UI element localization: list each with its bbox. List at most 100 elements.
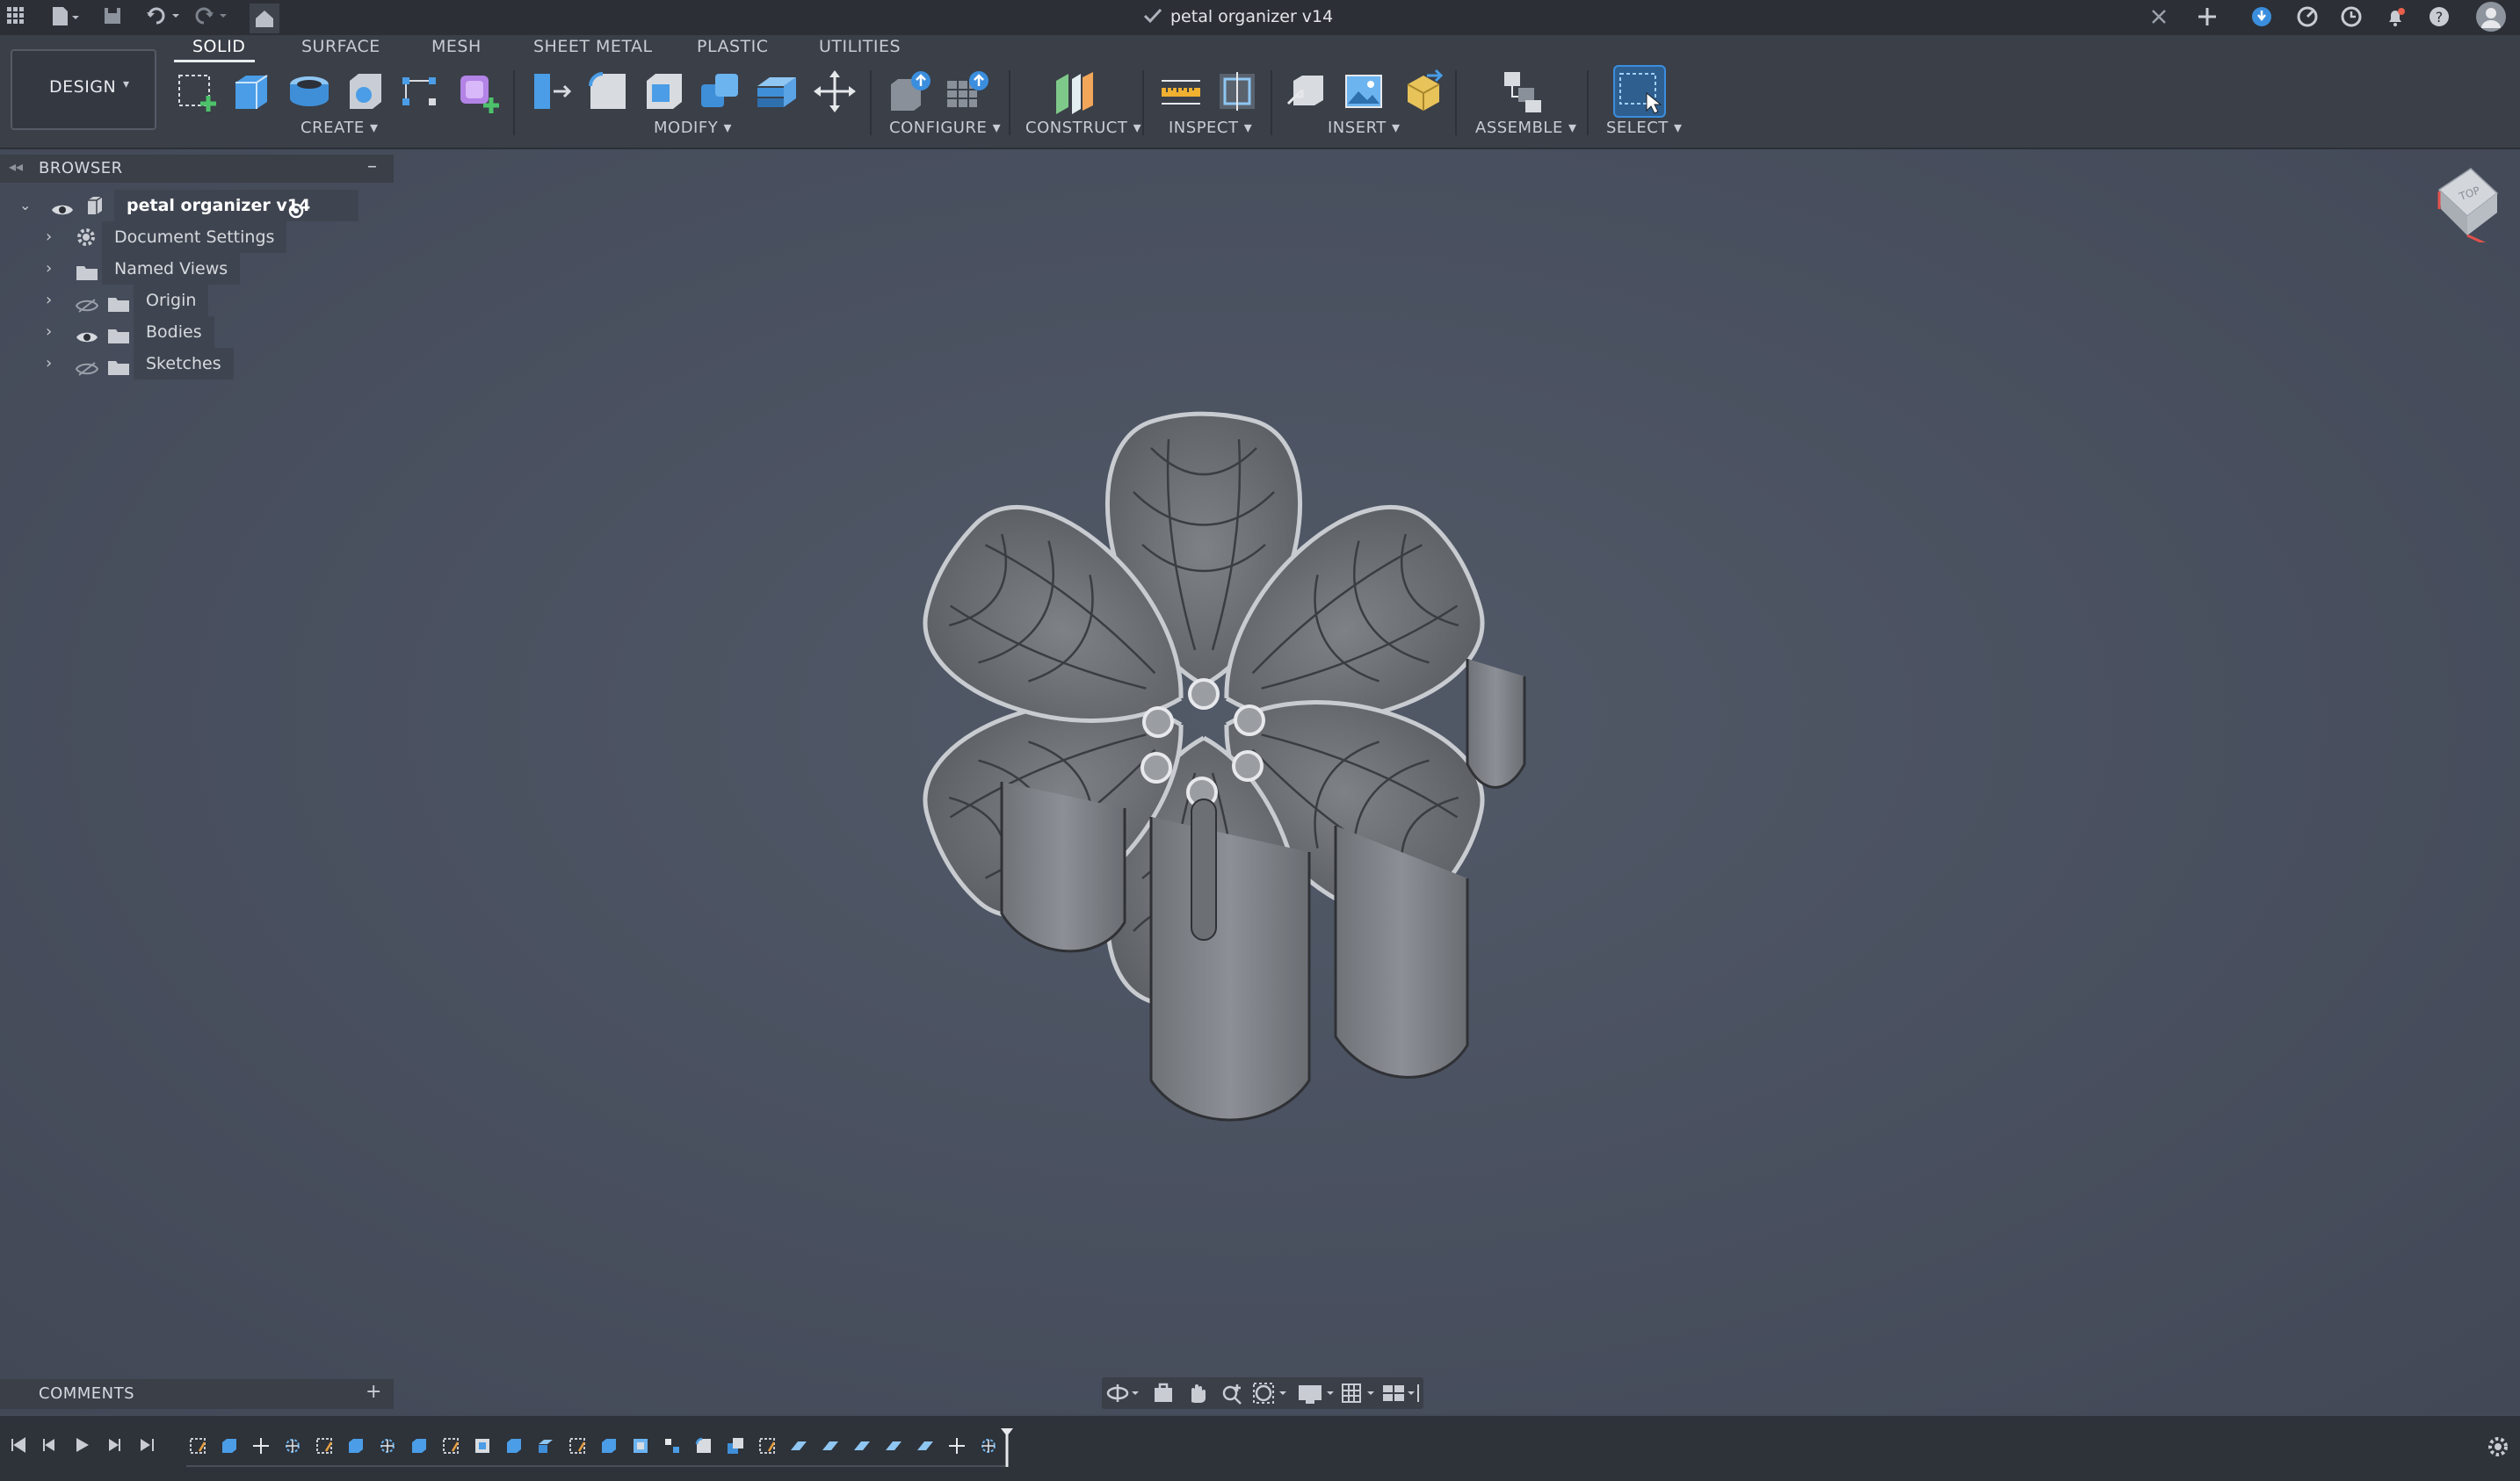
timeline-settings-gear-icon[interactable]	[2487, 1435, 2509, 1458]
fit-view-icon[interactable]	[1251, 1381, 1286, 1405]
timeline-extrude-feature[interactable]	[346, 1436, 366, 1456]
close-tab-icon[interactable]	[2147, 5, 2170, 28]
configure-rules-icon[interactable]	[944, 69, 989, 114]
group-configure[interactable]: CONFIGURE ▾	[889, 119, 1001, 137]
comments-header[interactable]: COMMENTS +	[0, 1379, 394, 1409]
timeline-extrude-feature[interactable]	[504, 1436, 524, 1456]
extensions-icon[interactable]	[2249, 4, 2274, 29]
timeline-extrude-feature[interactable]	[409, 1436, 429, 1456]
create-sketch-icon[interactable]	[174, 69, 220, 114]
display-settings-icon[interactable]	[1297, 1381, 1334, 1405]
app-grid-icon[interactable]	[7, 0, 25, 35]
play-icon[interactable]	[72, 1435, 91, 1455]
timeline-extrude-feature[interactable]	[599, 1436, 619, 1456]
group-construct[interactable]: CONSTRUCT ▾	[1025, 119, 1141, 137]
group-modify[interactable]: MODIFY ▾	[654, 119, 732, 137]
save-icon[interactable]	[102, 5, 123, 26]
move-copy-icon[interactable]	[812, 69, 858, 114]
grid-settings-icon[interactable]	[1339, 1381, 1374, 1405]
group-assemble[interactable]: ASSEMBLE ▾	[1475, 119, 1577, 137]
new-component-icon[interactable]	[1499, 69, 1545, 114]
timeline-shell-feature[interactable]	[473, 1436, 492, 1456]
help-icon[interactable]: ?	[2427, 4, 2451, 29]
collapse-panel-icon[interactable]: ◂◂	[9, 158, 23, 175]
zoom-icon[interactable]	[1220, 1381, 1244, 1405]
tab-plastic[interactable]: PLASTIC	[697, 37, 769, 56]
timeline-move-feature[interactable]	[947, 1436, 967, 1456]
eye-hidden-icon[interactable]	[75, 293, 99, 313]
hole-icon[interactable]	[343, 69, 388, 114]
press-pull-icon[interactable]	[529, 69, 575, 114]
tab-sheet-metal[interactable]: SHEET METAL	[533, 37, 653, 56]
timeline-plane-feature[interactable]	[789, 1436, 808, 1456]
group-create[interactable]: CREATE ▾	[301, 119, 379, 137]
timeline-sketch-feature[interactable]	[315, 1436, 334, 1456]
eye-visible-icon[interactable]	[76, 324, 98, 343]
tab-utilities[interactable]: UTILITIES	[819, 37, 901, 56]
browser-header[interactable]: ◂◂ BROWSER –	[0, 155, 394, 183]
select-tool-icon[interactable]	[1613, 65, 1666, 118]
minimize-panel-icon[interactable]: –	[367, 155, 377, 177]
group-select[interactable]: SELECT ▾	[1606, 119, 1683, 137]
timeline-plane-feature[interactable]	[852, 1436, 872, 1456]
browser-item-bodies[interactable]: › Bodies	[46, 316, 309, 348]
timeline-offset-feature[interactable]	[536, 1436, 555, 1456]
timeline-pattern-feature[interactable]	[283, 1436, 302, 1456]
go-to-start-icon[interactable]	[9, 1435, 28, 1455]
viewports-icon[interactable]	[1381, 1381, 1419, 1405]
chevron-right-icon[interactable]: ›	[46, 253, 52, 285]
revolve-icon[interactable]	[286, 69, 332, 114]
step-back-icon[interactable]	[40, 1435, 60, 1455]
pan-hand-icon[interactable]	[1184, 1381, 1209, 1405]
browser-item-origin[interactable]: › Origin	[46, 285, 309, 316]
undo-icon[interactable]	[146, 5, 181, 26]
timeline-joint-feature[interactable]	[663, 1436, 682, 1456]
chevron-right-icon[interactable]: ›	[46, 221, 52, 253]
offset-faces-icon[interactable]	[754, 69, 800, 114]
timeline-combine-feature[interactable]	[726, 1436, 745, 1456]
timeline-extrude-feature[interactable]	[220, 1436, 239, 1456]
job-status-icon[interactable]	[2295, 4, 2320, 29]
home-icon[interactable]	[250, 4, 279, 33]
pattern-icon[interactable]	[397, 69, 443, 114]
timeline-sketch-feature[interactable]	[188, 1436, 207, 1456]
timeline-pattern-feature[interactable]	[979, 1436, 998, 1456]
extrude-icon[interactable]	[228, 69, 274, 114]
timeline-pattern-feature[interactable]	[378, 1436, 397, 1456]
tab-mesh[interactable]: MESH	[431, 37, 482, 56]
eye-hidden-icon[interactable]	[75, 356, 99, 376]
browser-item-document-settings[interactable]: › Document Settings	[46, 221, 309, 253]
chevron-right-icon[interactable]: ›	[46, 316, 52, 348]
measure-icon[interactable]	[1158, 69, 1204, 114]
go-to-end-icon[interactable]	[137, 1435, 156, 1455]
eye-visible-icon[interactable]	[51, 197, 73, 215]
chevron-right-icon[interactable]: ›	[46, 348, 52, 379]
timeline-plane-feature[interactable]	[916, 1436, 935, 1456]
group-insert[interactable]: INSERT ▾	[1328, 119, 1401, 137]
timeline-fillet-feature[interactable]	[694, 1436, 713, 1456]
tab-solid[interactable]: SOLID	[192, 37, 245, 56]
activate-radio-icon[interactable]	[288, 198, 304, 219]
file-menu-icon[interactable]	[51, 5, 79, 30]
section-analysis-icon[interactable]	[1214, 69, 1260, 114]
user-avatar[interactable]	[2476, 2, 2506, 32]
configure-table-icon[interactable]	[887, 69, 933, 114]
group-inspect[interactable]: INSPECT ▾	[1169, 119, 1252, 137]
timeline-sketch-feature[interactable]	[757, 1436, 777, 1456]
timeline-move-feature[interactable]	[251, 1436, 271, 1456]
insert-mesh-icon[interactable]	[1401, 69, 1446, 114]
root-component-name[interactable]: petal organizer v14	[114, 190, 358, 221]
new-tab-icon[interactable]	[2195, 4, 2219, 29]
workspace-switcher[interactable]: DESIGN ▾	[11, 49, 156, 130]
fillet-icon[interactable]	[585, 69, 631, 114]
notifications-bell-icon[interactable]	[2383, 4, 2408, 29]
timeline-plane-feature[interactable]	[884, 1436, 903, 1456]
step-forward-icon[interactable]	[104, 1435, 123, 1455]
redo-icon[interactable]	[193, 5, 228, 26]
shell-icon[interactable]	[641, 69, 687, 114]
chevron-right-icon[interactable]: ›	[46, 285, 52, 316]
look-at-icon[interactable]	[1151, 1381, 1176, 1405]
insert-derive-icon[interactable]	[1285, 69, 1330, 114]
timeline-marker-handle[interactable]	[1000, 1427, 1014, 1469]
insert-canvas-icon[interactable]	[1341, 69, 1387, 114]
